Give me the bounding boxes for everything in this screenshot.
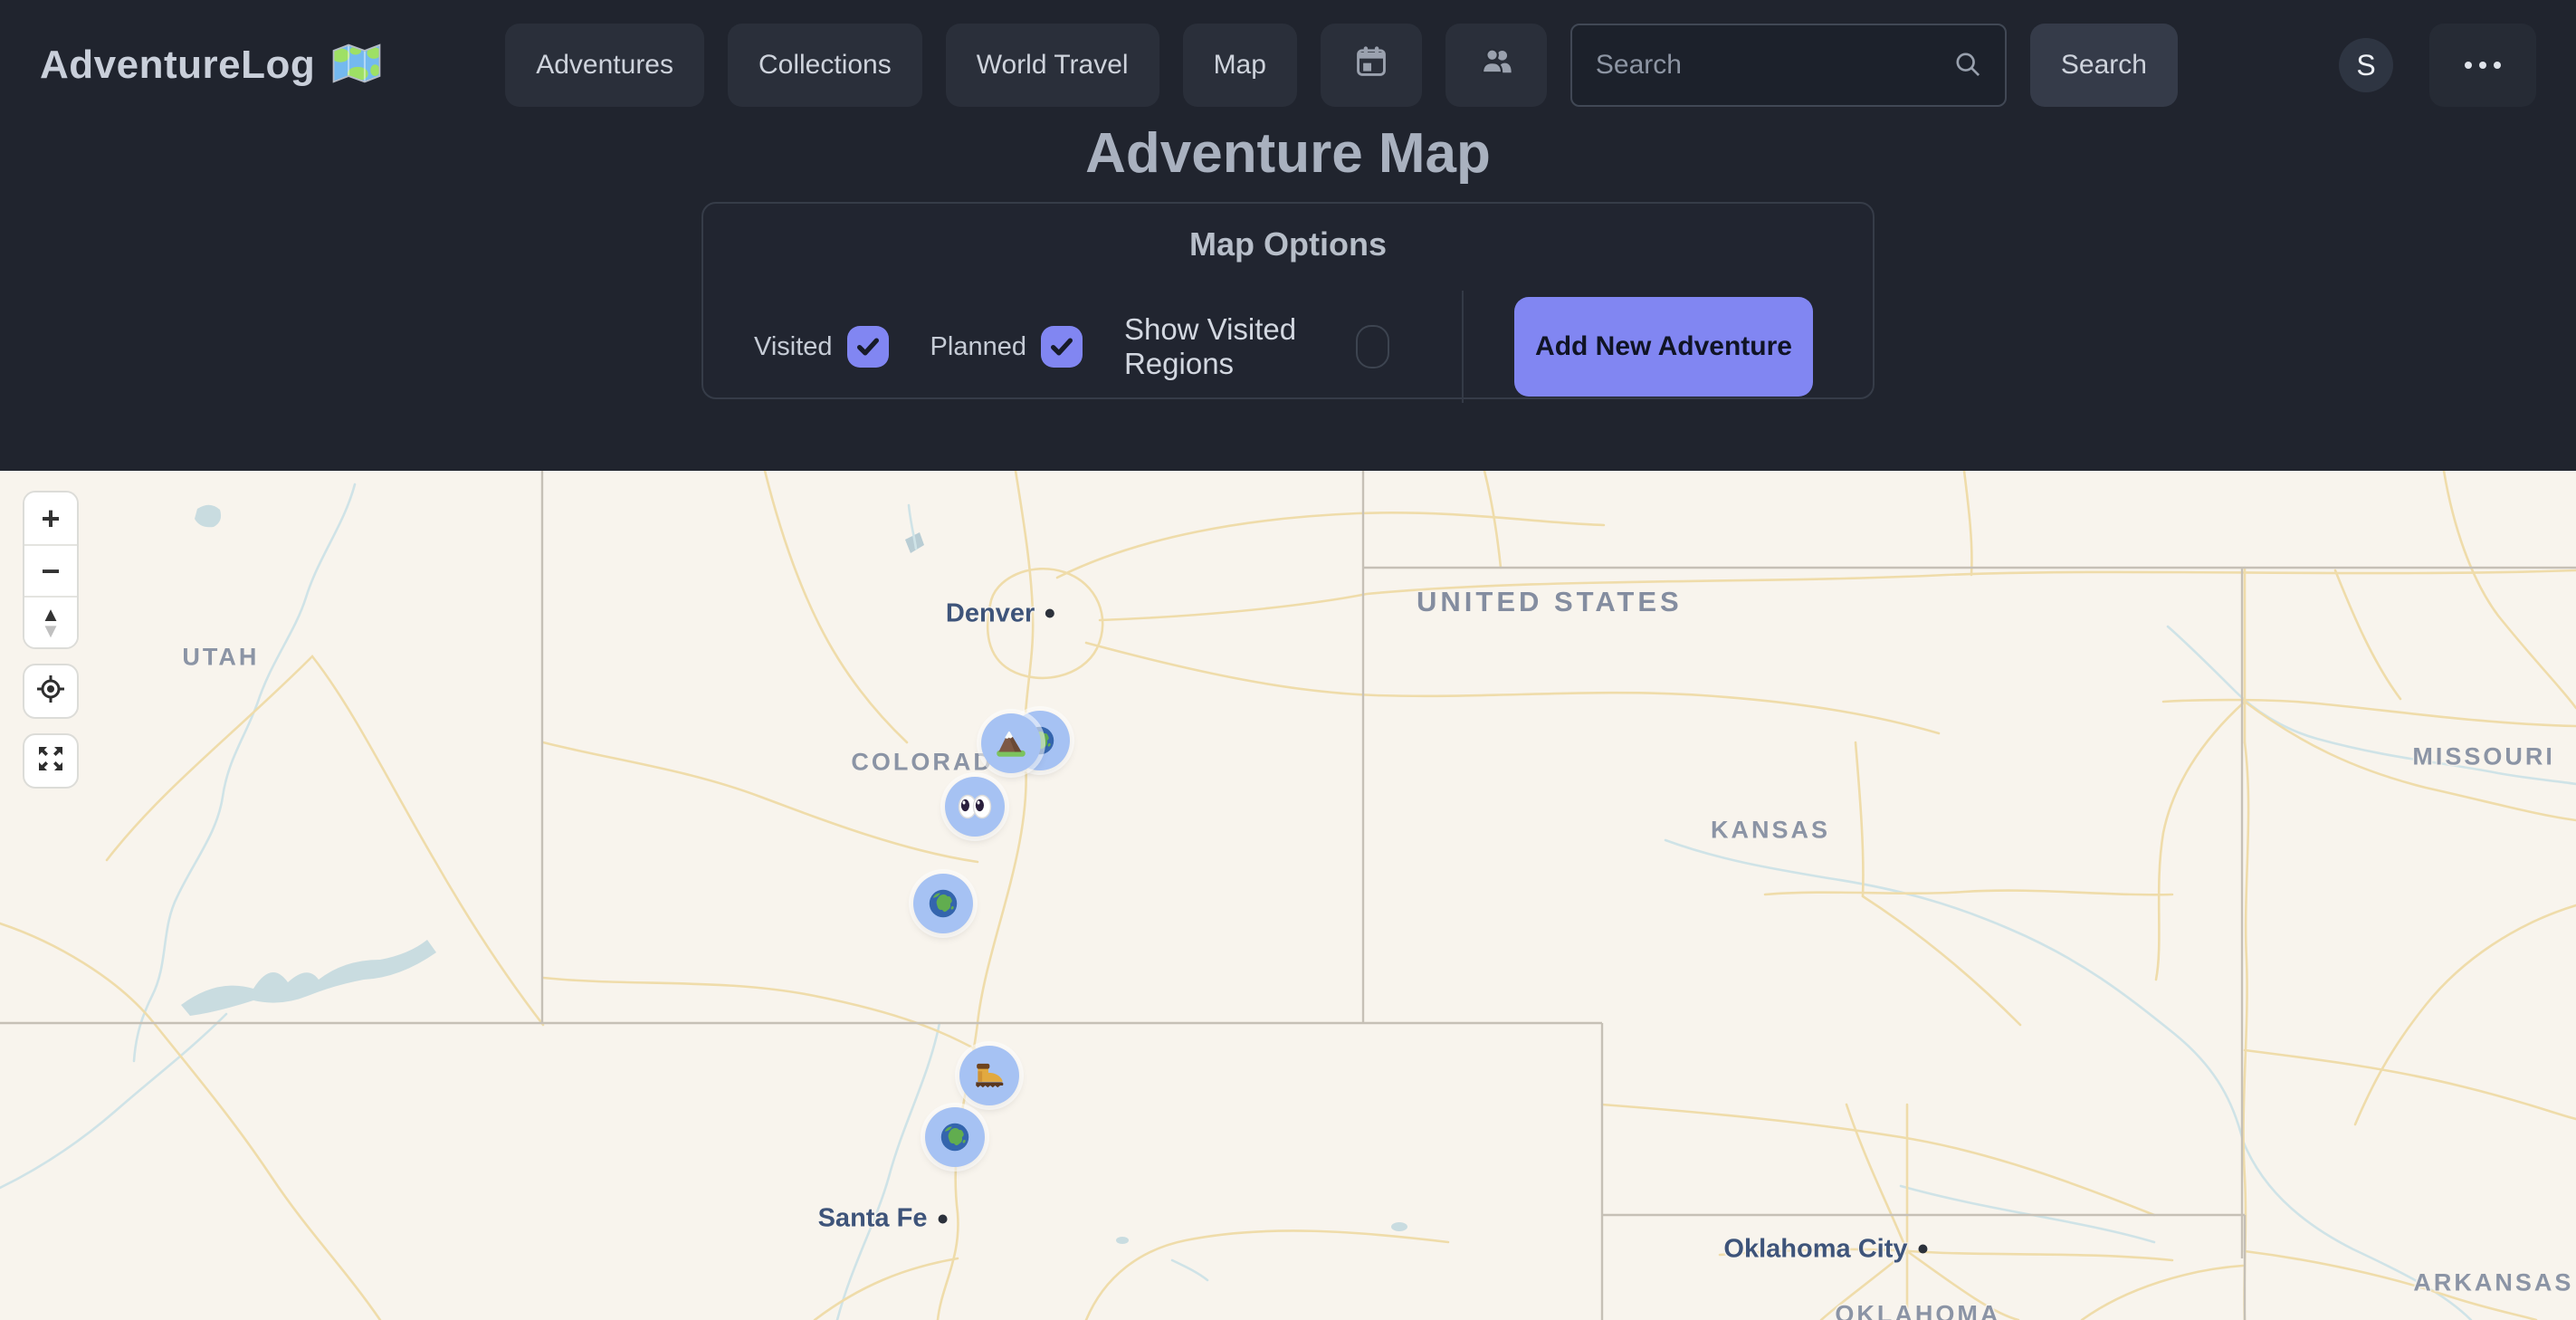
state-label-utah: UTAH [182,643,259,671]
globe-emoji-icon [924,885,962,923]
toggle-visited: Visited [754,326,889,368]
fullscreen-icon [34,742,67,780]
eyes-emoji-icon [955,789,995,825]
state-label-united-states: UNITED STATES [1417,586,1683,618]
ellipsis-icon [2465,62,2501,69]
adventure-map[interactable]: UTAHCOLORADOUNITED STATESKANSASMISSOURIA… [0,471,2576,1320]
overflow-menu-button[interactable] [2429,24,2536,107]
marker-eyes[interactable] [945,777,1005,837]
brand[interactable]: AdventureLog [40,42,382,90]
calendar-button[interactable] [1321,24,1422,107]
city-name: Denver [946,598,1035,628]
state-label-arkansas: ARKANSAS [2413,1269,2573,1297]
state-borders [0,471,2576,1320]
boot-emoji-icon [970,1057,1008,1095]
nav-item-world-travel[interactable]: World Travel [946,24,1159,107]
map-options-card: Map Options Visited Planned Show Visited R… [701,202,1875,399]
toggles: Visited Planned Show Visited Regions [754,312,1431,381]
avatar[interactable]: S [2339,38,2393,92]
page-title: Adventure Map [0,121,2576,186]
city-dot [938,1214,947,1223]
lakes [181,505,1407,1244]
toggle-label: Show Visited Regions [1124,312,1341,381]
toggle-label: Visited [754,332,833,362]
users-icon [1478,43,1514,87]
checkbox-show-visited-regions[interactable] [1356,325,1389,368]
state-label-missouri: MISSOURI [2412,743,2555,771]
marker-globe[interactable] [925,1107,985,1167]
globe-emoji-icon [936,1118,974,1156]
search-wrap [1570,24,2007,107]
toggle-show-visited-regions: Show Visited Regions [1124,312,1389,381]
city-dot [1918,1245,1927,1254]
options-divider [1462,291,1464,403]
nav-item-map[interactable]: Map [1183,24,1297,107]
nav-item-collections[interactable]: Collections [728,24,922,107]
users-button[interactable] [1445,24,1547,107]
calendar-icon [1353,43,1389,87]
header-section: AdventureLog Adventures Collections World … [0,0,2576,471]
check-icon [854,333,882,360]
navbar: AdventureLog Adventures Collections World … [0,0,2576,107]
city-name: Santa Fe [818,1204,928,1234]
search-icon [1951,47,1987,88]
city-label-oklahoma-city: Oklahoma City [1723,1234,1927,1264]
marker-globe[interactable] [913,874,973,933]
marker-boot[interactable] [959,1046,1019,1105]
rivers [0,484,2576,1320]
pitch-icon: ▲▼ [41,607,61,639]
map-options-row: Visited Planned Show Visited Regions Add N… [703,291,1873,403]
map-canvas[interactable] [0,471,2576,1320]
primary-nav: Adventures Collections World Travel Map [505,24,1297,107]
state-label-oklahoma: OKLAHOMA [1835,1301,2000,1320]
zoom-in-button[interactable]: + [24,493,77,544]
brand-name: AdventureLog [40,43,315,88]
add-new-adventure-button[interactable]: Add New Adventure [1514,297,1813,397]
geolocate-icon [33,672,68,711]
folded-map-icon [331,42,382,90]
navbar-right: S [2339,24,2536,107]
checkbox-visited[interactable] [847,326,889,368]
map-controls: + − ▲▼ [23,491,79,789]
geolocate-control[interactable] [23,664,79,719]
search-input[interactable] [1570,24,2007,107]
city-dot [1045,609,1054,618]
mountain-emoji-icon [992,724,1030,762]
check-icon [1048,333,1075,360]
city-label-santa-fe: Santa Fe [818,1204,948,1234]
toggle-label: Planned [930,332,1026,362]
checkbox-planned[interactable] [1041,326,1083,368]
roads [0,471,2576,1320]
city-name: Oklahoma City [1723,1234,1907,1264]
marker-mountain[interactable] [981,713,1041,773]
search-button[interactable]: Search [2030,24,2178,107]
city-label-denver: Denver [946,598,1054,628]
toggle-planned: Planned [930,326,1083,368]
map-options-title: Map Options [703,225,1873,263]
nav-item-adventures[interactable]: Adventures [505,24,704,107]
fullscreen-control[interactable] [23,733,79,789]
state-label-kansas: KANSAS [1711,816,1830,844]
pitch-toggle-button[interactable]: ▲▼ [24,596,77,647]
zoom-out-button[interactable]: − [24,544,77,596]
zoom-control: + − ▲▼ [23,491,79,649]
